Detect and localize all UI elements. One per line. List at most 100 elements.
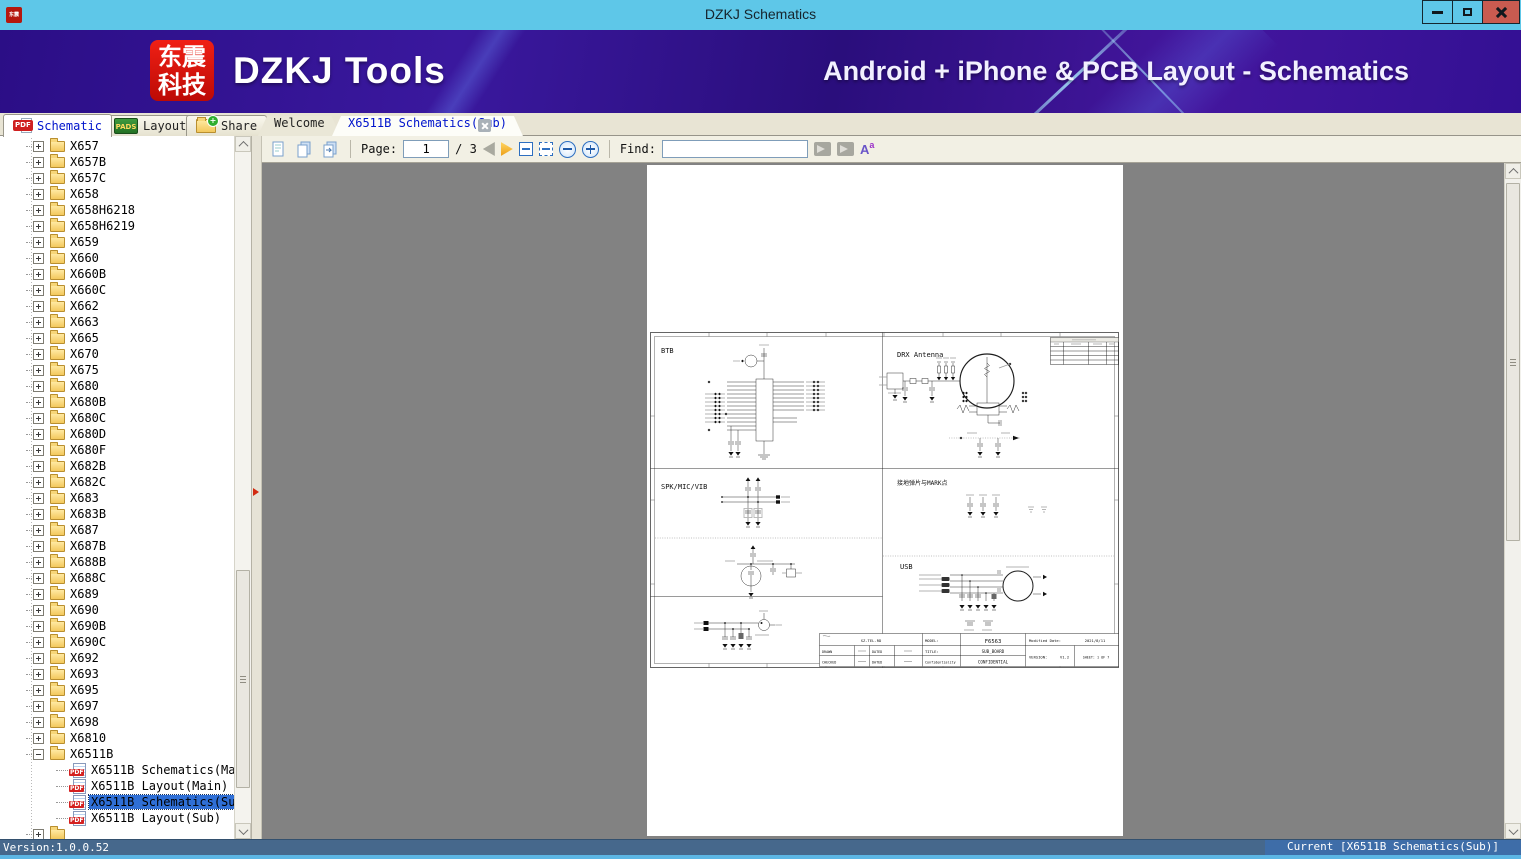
expand-icon[interactable] bbox=[33, 268, 44, 280]
tab-x6511b-schematics-sub[interactable]: X6511B Schematics(Sub) bbox=[332, 116, 523, 136]
expand-icon[interactable] bbox=[33, 716, 44, 728]
expand-icon[interactable] bbox=[33, 396, 44, 408]
expand-icon[interactable] bbox=[33, 652, 44, 664]
expand-icon[interactable] bbox=[33, 172, 44, 184]
tree-scrollbar[interactable] bbox=[234, 136, 251, 839]
maximize-button[interactable] bbox=[1452, 0, 1483, 24]
tree-folder[interactable]: X657C bbox=[0, 169, 234, 186]
tab-close-icon[interactable] bbox=[478, 119, 491, 132]
copy-text-icon[interactable] bbox=[268, 139, 288, 159]
tree-folder[interactable]: X660B bbox=[0, 265, 234, 282]
tree-folder[interactable]: X687B bbox=[0, 537, 234, 554]
tree-folder-expanded[interactable]: X6511B bbox=[0, 745, 234, 762]
scroll-down-button[interactable] bbox=[1505, 823, 1521, 839]
tree-folder[interactable]: X658 bbox=[0, 185, 234, 202]
expand-icon[interactable] bbox=[33, 204, 44, 216]
expand-icon[interactable] bbox=[33, 524, 44, 536]
document-viewport[interactable]: BTB DRX Antenna SPK/MIC/VIB 接地弹片与MARK点 U… bbox=[262, 163, 1521, 839]
tree-folder[interactable]: X658H6219 bbox=[0, 217, 234, 234]
expand-icon[interactable] bbox=[33, 540, 44, 552]
tree-folder[interactable]: X675 bbox=[0, 361, 234, 378]
tree-folder[interactable]: X680D bbox=[0, 425, 234, 442]
scroll-up-button[interactable] bbox=[235, 136, 251, 152]
tree-scrollbar-thumb[interactable] bbox=[236, 570, 250, 788]
expand-icon[interactable] bbox=[33, 572, 44, 584]
tree-folder[interactable]: X695 bbox=[0, 681, 234, 698]
tree-folder[interactable]: X680F bbox=[0, 441, 234, 458]
tree-folder[interactable]: X680C bbox=[0, 409, 234, 426]
tree-folder[interactable]: X683 bbox=[0, 489, 234, 506]
copy-page-icon[interactable] bbox=[294, 139, 314, 159]
expand-icon[interactable] bbox=[33, 252, 44, 264]
tree-folder[interactable]: X660 bbox=[0, 249, 234, 266]
tree-folder[interactable]: X657 bbox=[0, 138, 234, 154]
tree-folder[interactable]: X698 bbox=[0, 713, 234, 730]
tree-folder[interactable]: X688C bbox=[0, 569, 234, 586]
tree-folder[interactable]: X682C bbox=[0, 473, 234, 490]
find-previous-icon[interactable] bbox=[813, 142, 831, 156]
tree-folder[interactable]: X689 bbox=[0, 585, 234, 602]
font-size-icon[interactable]: Aa bbox=[860, 140, 874, 157]
expand-icon[interactable] bbox=[33, 412, 44, 424]
page-number-input[interactable] bbox=[403, 140, 450, 158]
fit-width-button[interactable] bbox=[518, 142, 533, 156]
expand-icon[interactable] bbox=[33, 380, 44, 392]
tree-folder[interactable]: X6810 bbox=[0, 729, 234, 746]
next-page-button[interactable] bbox=[500, 142, 513, 156]
tree-folder[interactable]: X662 bbox=[0, 297, 234, 314]
tree-folder[interactable]: X660C bbox=[0, 281, 234, 298]
expand-icon[interactable] bbox=[33, 220, 44, 232]
expand-icon[interactable] bbox=[33, 828, 44, 839]
expand-icon[interactable] bbox=[33, 668, 44, 680]
expand-icon[interactable] bbox=[33, 476, 44, 488]
expand-icon[interactable] bbox=[33, 236, 44, 248]
tree-folder[interactable] bbox=[0, 825, 234, 839]
previous-page-button[interactable] bbox=[482, 142, 495, 156]
tree-folder[interactable]: X697 bbox=[0, 697, 234, 714]
tree-folder[interactable]: X680 bbox=[0, 377, 234, 394]
tree-folder[interactable]: X670 bbox=[0, 345, 234, 362]
expand-icon[interactable] bbox=[33, 188, 44, 200]
snapshot-icon[interactable] bbox=[320, 139, 340, 159]
expand-icon[interactable] bbox=[33, 460, 44, 472]
tab-share[interactable]: + Share bbox=[186, 115, 268, 136]
expand-icon[interactable] bbox=[33, 284, 44, 296]
find-next-icon[interactable] bbox=[836, 142, 854, 156]
expand-icon[interactable] bbox=[33, 492, 44, 504]
expand-icon[interactable] bbox=[33, 300, 44, 312]
expand-icon[interactable] bbox=[33, 732, 44, 744]
tree-folder[interactable]: X683B bbox=[0, 505, 234, 522]
close-button[interactable] bbox=[1482, 0, 1520, 24]
panel-splitter[interactable] bbox=[252, 136, 262, 839]
fit-page-button[interactable] bbox=[538, 142, 553, 156]
tree-folder[interactable]: X687 bbox=[0, 521, 234, 538]
tree-document[interactable]: PDF X6511B Layout(Main) bbox=[0, 778, 234, 794]
tree-folder[interactable]: X682B bbox=[0, 457, 234, 474]
expand-icon[interactable] bbox=[33, 444, 44, 456]
expand-icon[interactable] bbox=[33, 588, 44, 600]
document-scrollbar[interactable] bbox=[1504, 163, 1521, 839]
tree-folder[interactable]: X665 bbox=[0, 329, 234, 346]
scroll-down-button[interactable] bbox=[235, 823, 251, 839]
tree-folder[interactable]: X658H6218 bbox=[0, 201, 234, 218]
find-input[interactable] bbox=[661, 140, 808, 158]
zoom-in-button[interactable] bbox=[581, 140, 599, 158]
expand-icon[interactable] bbox=[33, 556, 44, 568]
collapse-icon[interactable] bbox=[33, 748, 44, 760]
tree-folder[interactable]: X690C bbox=[0, 633, 234, 650]
tree-document[interactable]: PDF X6511B Layout(Sub) bbox=[0, 810, 234, 826]
tab-welcome[interactable]: Welcome bbox=[258, 116, 341, 136]
tree-folder[interactable]: X659 bbox=[0, 233, 234, 250]
expand-icon[interactable] bbox=[33, 332, 44, 344]
tree-folder[interactable]: X690B bbox=[0, 617, 234, 634]
document-scrollbar-thumb[interactable] bbox=[1506, 183, 1520, 541]
tree-document[interactable]: PDFX6511B Schematics(Sub) bbox=[0, 794, 234, 810]
scroll-up-button[interactable] bbox=[1505, 163, 1521, 179]
tab-layout[interactable]: PADS Layout bbox=[104, 115, 197, 136]
minimize-button[interactable] bbox=[1422, 0, 1453, 24]
collapse-panel-icon[interactable] bbox=[253, 488, 259, 496]
zoom-out-button[interactable] bbox=[558, 140, 576, 158]
tree-folder[interactable]: X663 bbox=[0, 313, 234, 330]
expand-icon[interactable] bbox=[33, 700, 44, 712]
tree-folder[interactable]: X690 bbox=[0, 601, 234, 618]
